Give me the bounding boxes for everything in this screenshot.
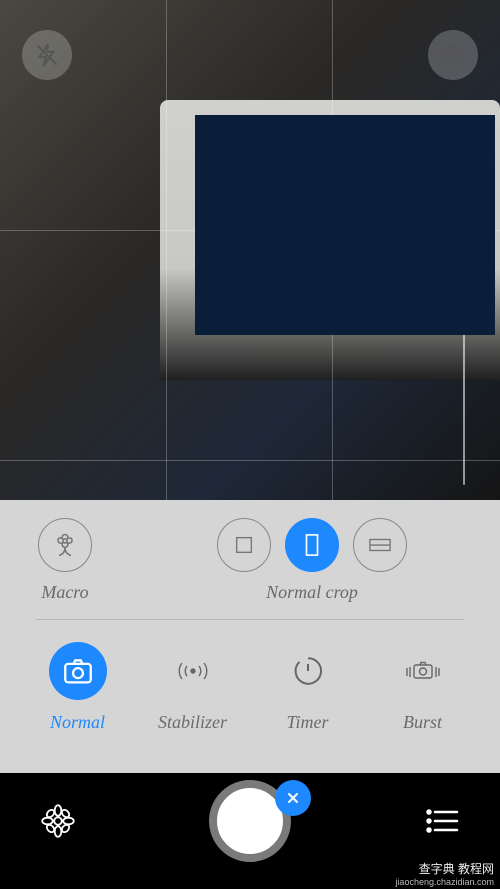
mode-burst[interactable] bbox=[394, 642, 452, 700]
flash-button[interactable] bbox=[22, 30, 72, 80]
flower-icon bbox=[51, 531, 79, 559]
mode-burst-label: Burst bbox=[403, 712, 442, 733]
mode-timer-label: Timer bbox=[286, 712, 328, 733]
crop-label: Normal crop bbox=[266, 582, 358, 603]
grid-line bbox=[0, 460, 500, 461]
zoom-level-label: 1× bbox=[449, 197, 473, 220]
crop-square[interactable] bbox=[217, 518, 271, 572]
watermark-sub: jiaocheng.chazidian.com bbox=[395, 877, 494, 887]
mode-stabilizer-label: Stabilizer bbox=[158, 712, 227, 733]
radio-waves-icon bbox=[173, 654, 213, 688]
close-panel-button[interactable] bbox=[275, 780, 311, 816]
portrait-icon bbox=[301, 532, 323, 558]
timer-icon bbox=[291, 654, 325, 688]
grid-line bbox=[332, 0, 333, 500]
grid-line bbox=[166, 0, 167, 500]
watermark-main: 查字典 教程网 bbox=[395, 860, 494, 877]
watermark: 查字典 教程网 jiaocheng.chazidian.com bbox=[389, 858, 500, 889]
burst-icon bbox=[402, 654, 444, 688]
mode-stabilizer[interactable] bbox=[164, 642, 222, 700]
crop-landscape[interactable] bbox=[353, 518, 407, 572]
menu-button[interactable] bbox=[420, 799, 464, 843]
mode-normal[interactable] bbox=[49, 642, 107, 700]
camera-switch-button[interactable] bbox=[428, 30, 478, 80]
camera-viewfinder[interactable]: 1× bbox=[0, 0, 500, 500]
bottom-bar bbox=[0, 773, 500, 869]
camera-icon bbox=[61, 654, 95, 688]
landscape-icon bbox=[367, 534, 393, 556]
flash-off-icon bbox=[34, 42, 60, 68]
grid-line bbox=[0, 230, 500, 231]
options-panel: Macro Normal crop bbox=[0, 500, 500, 778]
zoom-slider[interactable] bbox=[463, 225, 465, 485]
macro-toggle[interactable] bbox=[38, 518, 92, 572]
menu-list-icon bbox=[425, 807, 459, 835]
camera-switch-icon bbox=[439, 41, 467, 69]
mode-normal-label: Normal bbox=[50, 712, 105, 733]
square-icon bbox=[233, 534, 255, 556]
gallery-button[interactable] bbox=[36, 799, 80, 843]
crop-portrait[interactable] bbox=[285, 518, 339, 572]
macro-label: Macro bbox=[41, 582, 88, 603]
mode-timer[interactable] bbox=[279, 642, 337, 700]
close-icon bbox=[285, 790, 301, 806]
flower-outline-icon bbox=[40, 803, 76, 839]
